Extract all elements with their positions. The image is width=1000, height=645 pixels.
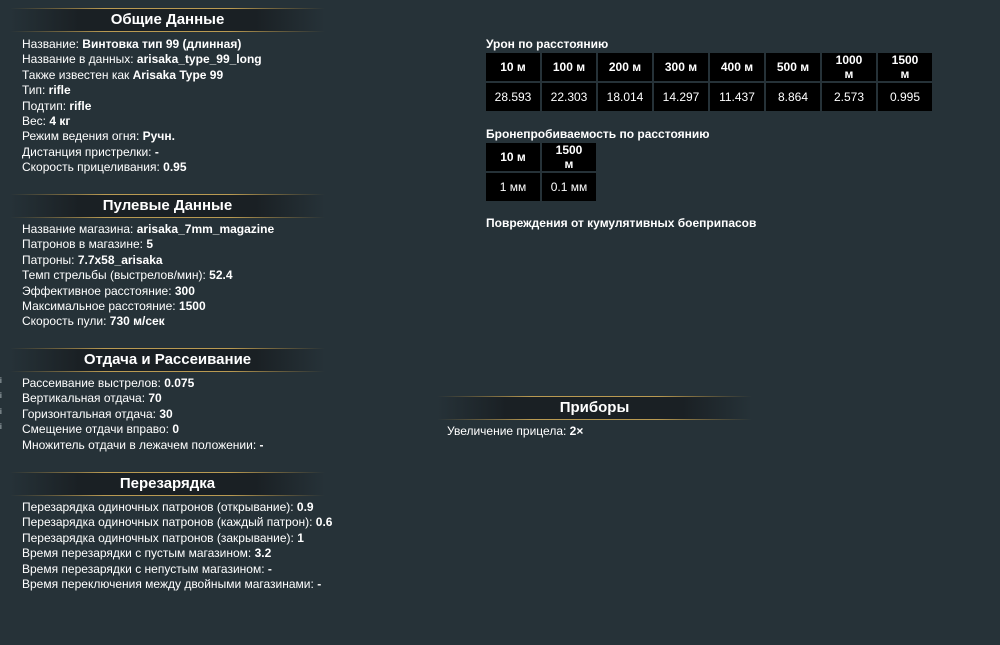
general-row-fire-mode: Режим ведения огня: Ручн. <box>22 129 175 144</box>
general-row-type: Тип: rifle <box>22 83 71 98</box>
info-icon[interactable]: i <box>0 407 5 417</box>
damage-value-cell: 0.995 <box>878 83 932 111</box>
recoil-row-right-bias: i Смещение отдачи вправо: 0 <box>0 422 180 437</box>
general-list: Название: Винтовка тип 99 (длинная) Назв… <box>22 37 262 176</box>
section-recoil-title: Отдача и Рассеивание <box>10 348 325 372</box>
devices-row-zoom: Увеличение прицела: 2× <box>447 424 584 438</box>
penetration-value-row: 1 мм 0.1 мм <box>486 173 596 201</box>
reload-row-close: Перезарядка одиночных патронов (закрыван… <box>22 530 304 545</box>
damage-value-cell: 2.573 <box>822 83 876 111</box>
info-icon[interactable]: i <box>0 376 5 386</box>
recoil-row-spread: i Рассеивание выстрелов: 0.075 <box>0 376 195 390</box>
recoil-list: i Рассеивание выстрелов: 0.075 i Вертикаль… <box>0 376 264 453</box>
devices-list: Увеличение прицела: 2× <box>447 424 583 439</box>
damage-table-title: Урон по расстоянию <box>486 37 609 51</box>
info-icon[interactable]: i <box>0 422 5 432</box>
recoil-row-horizontal: i Горизонтальная отдача: 30 <box>0 406 173 421</box>
cumulative-title: Повреждения от кумулятивных боеприпасов <box>486 216 757 230</box>
recoil-row-prone-multiplier: Множитель отдачи в лежачем положении: - <box>22 437 264 452</box>
info-icon[interactable]: i <box>0 391 5 401</box>
reload-row-tactical: Время перезарядки с непустым магазином: … <box>22 561 272 576</box>
damage-header-cell: 300 м <box>654 53 708 81</box>
reload-row-empty: Время перезарядки с пустым магазином: 3.… <box>22 546 272 561</box>
damage-header-cell: 100 м <box>542 53 596 81</box>
reload-list: Перезарядка одиночных патронов (открыван… <box>22 500 332 592</box>
reload-row-open: Перезарядка одиночных патронов (открыван… <box>22 500 314 514</box>
damage-header-cell: 200 м <box>598 53 652 81</box>
general-row-aka: Также известен как Arisaka Type 99 <box>22 67 224 82</box>
bullet-row-effective-range: Эффективное расстояние: 300 <box>22 283 195 298</box>
damage-value-cell: 8.864 <box>766 83 820 111</box>
bullet-row-magazine: Название магазина: arisaka_7mm_magazine <box>22 222 275 236</box>
damage-header-cell: 500 м <box>766 53 820 81</box>
bullet-list: Название магазина: arisaka_7mm_magazine … <box>22 222 274 330</box>
penetration-table: 10 м 1500 м 1 мм 0.1 мм <box>484 141 598 203</box>
damage-value-cell: 11.437 <box>710 83 764 111</box>
damage-value-cell: 22.303 <box>542 83 596 111</box>
damage-value-cell: 14.297 <box>654 83 708 111</box>
bullet-row-capacity: Патронов в магазине: 5 <box>22 237 154 252</box>
penetration-table-title: Бронепробиваемость по расстоянию <box>486 127 710 141</box>
damage-value-cell: 18.014 <box>598 83 652 111</box>
section-general-title: Общие Данные <box>10 8 325 32</box>
damage-header-row: 10 м 100 м 200 м 300 м 400 м 500 м 1000 … <box>486 53 932 81</box>
damage-value-cell: 28.593 <box>486 83 540 111</box>
penetration-header-cell: 1500 м <box>542 143 596 171</box>
bullet-row-ammo: Патроны: 7.7x58_arisaka <box>22 252 163 267</box>
damage-value-row: 28.593 22.303 18.014 14.297 11.437 8.864… <box>486 83 932 111</box>
general-row-zeroing: Дистанция пристрелки: - <box>22 144 159 159</box>
section-devices-title: Приборы <box>437 396 752 420</box>
reload-row-each: Перезарядка одиночных патронов (каждый п… <box>22 515 333 530</box>
damage-header-cell: 1000 м <box>822 53 876 81</box>
general-row-weight: Вес: 4 кг <box>22 113 71 128</box>
section-reload-title: Перезарядка <box>10 472 325 496</box>
damage-table: 10 м 100 м 200 м 300 м 400 м 500 м 1000 … <box>484 51 934 113</box>
penetration-header-cell: 10 м <box>486 143 540 171</box>
reload-row-dual-mag: Время переключения между двойными магази… <box>22 576 322 591</box>
penetration-header-row: 10 м 1500 м <box>486 143 596 171</box>
section-bullet-title: Пулевые Данные <box>10 194 325 218</box>
damage-header-cell: 1500 м <box>878 53 932 81</box>
general-row-aim-speed: Скорость прицеливания: 0.95 <box>22 160 187 175</box>
general-row-data-name: Название в данных: arisaka_type_99_long <box>22 52 262 67</box>
damage-header-cell: 10 м <box>486 53 540 81</box>
general-row-subtype: Подтип: rifle <box>22 98 92 113</box>
penetration-value-cell: 0.1 мм <box>542 173 596 201</box>
general-row-name: Название: Винтовка тип 99 (длинная) <box>22 37 242 51</box>
damage-header-cell: 400 м <box>710 53 764 81</box>
bullet-row-max-range: Максимальное расстояние: 1500 <box>22 298 206 313</box>
penetration-value-cell: 1 мм <box>486 173 540 201</box>
bullet-row-rate: Темп стрельбы (выстрелов/мин): 52.4 <box>22 268 233 283</box>
bullet-row-velocity: Скорость пули: 730 м/сек <box>22 314 165 329</box>
recoil-row-vertical: i Вертикальная отдача: 70 <box>0 391 162 406</box>
